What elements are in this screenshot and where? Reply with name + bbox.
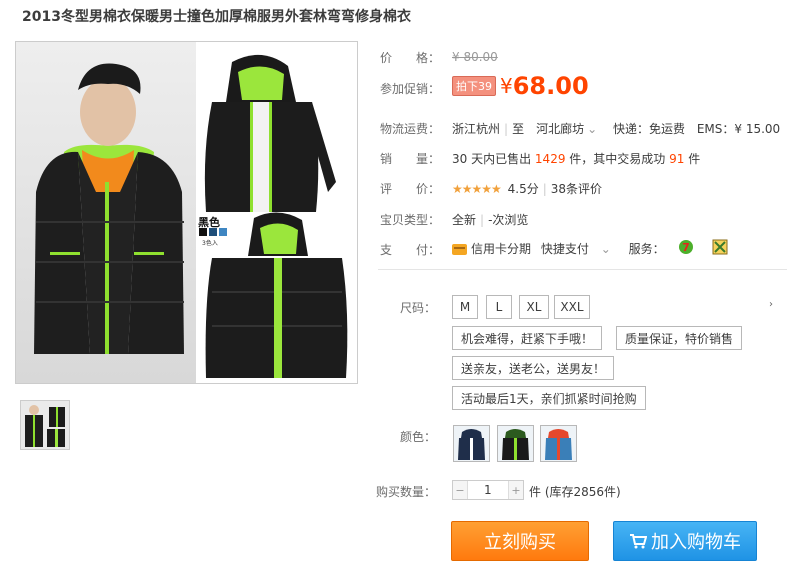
type-label: 宝贝类型：	[380, 213, 441, 227]
svg-text:7: 7	[682, 241, 690, 254]
option-tag[interactable]: 活动最后1天，亲们抓紧时间抢购	[452, 386, 646, 410]
currency-symbol: ¥	[500, 74, 513, 98]
buy-now-button[interactable]: 立刻购买	[451, 521, 589, 561]
add-to-cart-label: 加入购物车	[651, 532, 741, 553]
promotion-row: 拍下39 ¥68.00	[452, 72, 589, 100]
size-option-m[interactable]: M	[452, 295, 478, 319]
swatch-black	[199, 228, 207, 236]
quantity-input[interactable]: 1	[467, 481, 509, 499]
condition: 全新	[452, 213, 477, 227]
sales-count: 1429	[534, 152, 566, 166]
original-price: ¥ 80.00	[452, 50, 498, 64]
quickpay-option[interactable]: 快捷支付	[541, 242, 589, 256]
chevron-right-icon[interactable]: ›	[769, 299, 773, 310]
seven-day-return-icon[interactable]: 7	[678, 239, 694, 255]
chevron-down-icon[interactable]: ⌄	[587, 122, 597, 136]
swatch-navy	[209, 228, 217, 236]
promotion-label: 参加促销：	[380, 82, 441, 96]
sales-row: 30 天内已售出 1429 件，其中交易成功 91 件	[452, 150, 700, 167]
swatch-blue	[219, 228, 227, 236]
thumbnail-image[interactable]	[20, 400, 70, 450]
color-option-blue[interactable]	[540, 425, 577, 462]
review-count-link[interactable]: 38条评价	[551, 182, 602, 196]
view-count: -次浏览	[488, 213, 529, 227]
payment-chevron-down-icon[interactable]: ⌄	[601, 242, 611, 256]
type-row: 全新 | -次浏览	[452, 213, 529, 227]
rating-stars-icon: ★★★★★	[452, 182, 502, 196]
shipping-row: 浙江杭州 | 至 河北廊坊 ⌄ 快递：免运费 EMS：¥ 15.00	[452, 122, 781, 136]
installment-option[interactable]: 信用卡分期	[471, 242, 531, 256]
ship-from: 浙江杭州	[452, 122, 501, 136]
jacket-illustration	[34, 54, 348, 378]
color-option-navy[interactable]	[453, 425, 490, 462]
price-label: 价 格：	[380, 51, 441, 65]
quantity-increase-button[interactable]: +	[509, 481, 523, 499]
rating-row: ★★★★★ 4.5分 | 38条评价	[452, 182, 603, 196]
ship-to-selector[interactable]: 至 河北廊坊	[512, 122, 584, 136]
stock-info: 件 (库存2856件)	[529, 485, 621, 499]
color-option-black-green[interactable]	[497, 425, 534, 462]
quantity-label: 购买数量：	[376, 485, 437, 499]
color-label: 颜色：	[399, 430, 436, 444]
color-count-label: 3色入	[202, 240, 218, 247]
guarantee-icon[interactable]	[712, 239, 728, 255]
thumbnail-jacket-icon	[21, 401, 69, 449]
product-title: 2013冬型男棉衣保暖男士撞色加厚棉服男外套林弯弯修身棉衣	[22, 9, 411, 25]
promotion-price: 68.00	[512, 72, 589, 100]
black-green-jacket-icon	[502, 429, 529, 460]
payment-row: 信用卡分期 快捷支付 ⌄ 服务：	[452, 240, 665, 257]
ems-fee: EMS：¥ 15.00	[696, 122, 781, 136]
size-option-l[interactable]: L	[486, 295, 512, 319]
credit-card-icon	[452, 244, 467, 255]
option-tag[interactable]: 质量保证，特价销售	[616, 326, 743, 350]
blue-jacket-icon	[545, 429, 572, 460]
cart-icon	[630, 534, 647, 549]
add-to-cart-button[interactable]: 加入购物车	[613, 521, 757, 561]
success-count: 91	[669, 152, 685, 166]
size-option-xl[interactable]: XL	[519, 295, 549, 319]
sales-suffix: 件	[688, 152, 701, 166]
size-option-xxl[interactable]: XXL	[554, 295, 590, 319]
quantity-decrease-button[interactable]: −	[453, 481, 467, 499]
option-tag[interactable]: 机会难得，赶紧下手哦！	[452, 326, 603, 350]
shipping-label: 物流运费：	[380, 122, 441, 136]
sales-prefix: 30 天内已售出	[452, 152, 532, 166]
rating-score: 4.5分	[507, 182, 539, 196]
service-label: 服务：	[628, 242, 665, 256]
main-product-image[interactable]: 黑色 3色入	[15, 41, 358, 384]
promotion-badge: 拍下39	[452, 76, 496, 96]
size-label: 尺码：	[399, 301, 436, 315]
sales-mid-text: 件，其中交易成功	[569, 152, 666, 166]
sales-label: 销 量：	[380, 152, 441, 166]
navy-jacket-icon	[458, 429, 485, 460]
option-tag[interactable]: 送亲友，送老公，送男友！	[452, 356, 615, 380]
express-fee: 快递：免运费	[612, 122, 685, 136]
rating-label: 评 价：	[380, 182, 441, 196]
payment-label: 支 付：	[380, 243, 441, 257]
quantity-stepper[interactable]: − 1 +	[452, 480, 524, 500]
section-divider	[378, 269, 787, 270]
